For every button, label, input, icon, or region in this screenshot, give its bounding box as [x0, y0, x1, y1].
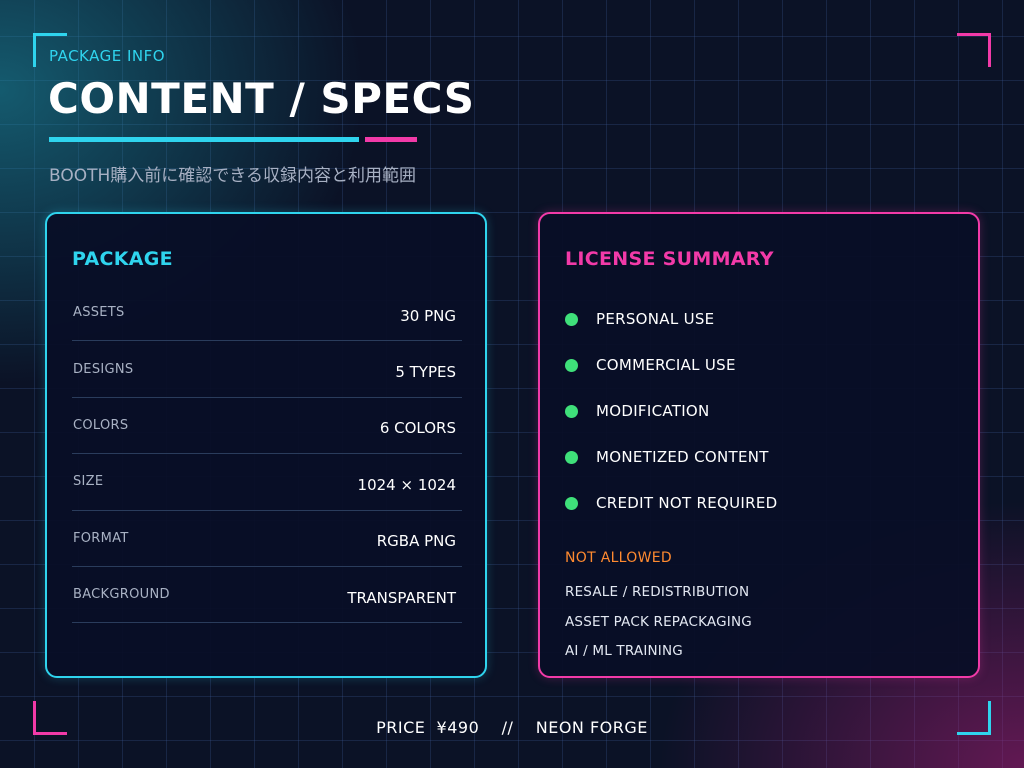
title-underline-pink — [365, 137, 417, 142]
spec-label: DESIGNS — [73, 361, 134, 377]
allowed-list: PERSONAL USE COMMERCIAL USE MODIFICATION… — [565, 296, 778, 526]
allowed-label: PERSONAL USE — [596, 310, 715, 328]
green-dot-icon — [565, 496, 578, 510]
spec-value: TRANSPARENT — [347, 588, 456, 607]
license-heading: LICENSE SUMMARY — [565, 248, 774, 270]
spec-label: COLORS — [73, 417, 129, 433]
allowed-item: MODIFICATION — [565, 388, 778, 434]
green-dot-icon — [565, 450, 578, 464]
spec-row-format: FORMAT RGBA PNG — [72, 511, 462, 567]
corner-bracket-top-right — [957, 33, 991, 67]
spec-row-assets: ASSETS 30 PNG — [72, 285, 462, 342]
not-allowed-heading: NOT ALLOWED — [565, 550, 672, 566]
spec-value: 6 COLORS — [379, 419, 456, 438]
spec-row-designs: DESIGNS 5 TYPES — [72, 341, 462, 398]
spec-label: BACKGROUND — [73, 587, 170, 603]
spec-value: 30 PNG — [400, 306, 456, 325]
allowed-label: COMMERCIAL USE — [596, 356, 736, 374]
spec-value: 1024 × 1024 — [357, 475, 456, 494]
title-underline-cyan — [49, 137, 359, 142]
spec-label: SIZE — [73, 474, 104, 490]
section-kicker: PACKAGE INFO — [49, 47, 166, 65]
spec-row-background: BACKGROUND TRANSPARENT — [72, 567, 462, 624]
page-title: CONTENT / SPECS — [48, 74, 475, 123]
not-allowed-list: RESALE / REDISTRIBUTION ASSET PACK REPAC… — [565, 581, 752, 670]
spec-value: 5 TYPES — [395, 363, 456, 382]
green-dot-icon — [565, 404, 578, 418]
green-dot-icon — [565, 312, 578, 326]
page-subtitle: BOOTH購入前に確認できる収録内容と利用範囲 — [49, 166, 416, 186]
spec-row-size: SIZE 1024 × 1024 — [72, 454, 462, 511]
not-allowed-item: AI / ML TRAINING — [565, 643, 683, 659]
green-dot-icon — [565, 358, 578, 372]
spec-value: RGBA PNG — [376, 532, 456, 551]
allowed-label: CREDIT NOT REQUIRED — [596, 494, 778, 512]
spec-label: FORMAT — [73, 530, 129, 546]
spec-list: ASSETS 30 PNG DESIGNS 5 TYPES COLORS 6 C… — [72, 285, 462, 624]
package-panel: PACKAGE ASSETS 30 PNG DESIGNS 5 TYPES CO… — [45, 212, 487, 678]
allowed-label: MODIFICATION — [596, 402, 710, 420]
not-allowed-item: RESALE / REDISTRIBUTION — [565, 584, 750, 600]
allowed-item: PERSONAL USE — [565, 296, 778, 342]
not-allowed-item: ASSET PACK REPACKAGING — [565, 613, 752, 630]
price-footer: PRICE ¥490 // NEON FORGE — [376, 718, 648, 737]
package-heading: PACKAGE — [72, 248, 173, 270]
allowed-item: MONETIZED CONTENT — [565, 434, 778, 480]
allowed-item: COMMERCIAL USE — [565, 342, 778, 388]
allowed-item: CREDIT NOT REQUIRED — [565, 480, 778, 526]
license-panel: LICENSE SUMMARY PERSONAL USE COMMERCIAL … — [538, 212, 980, 678]
spec-label: ASSETS — [73, 305, 125, 321]
spec-row-colors: COLORS 6 COLORS — [72, 398, 462, 455]
allowed-label: MONETIZED CONTENT — [596, 448, 769, 466]
